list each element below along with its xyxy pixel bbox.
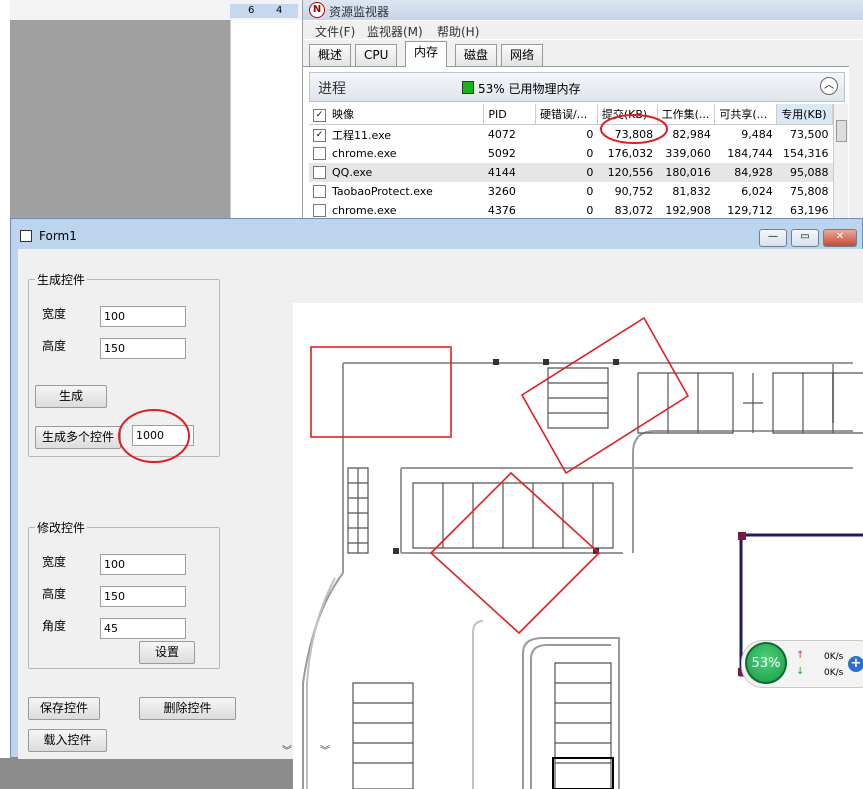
background-status-num: 4: [276, 5, 283, 16]
group-modify-legend: 修改控件: [37, 521, 86, 535]
background-gray-panel: [10, 20, 230, 218]
chevron-down-icon: ︾: [282, 746, 292, 757]
select-all-checkbox[interactable]: ✓: [313, 108, 326, 122]
group-generate-legend: 生成控件: [37, 273, 86, 287]
modify-height-label: 高度: [42, 587, 67, 601]
download-arrow-icon: ↓: [796, 666, 805, 677]
resource-monitor-window: N 资源监视器 文件(F) 监视器(M) 帮助(H) 概述 CPU 内存 磁盘 …: [302, 0, 863, 218]
form1-window: Form1 — ▭ ✕ 生成控件 宽度 100 高度 150 生成 生成多个控件…: [10, 218, 863, 789]
row-checkbox[interactable]: [313, 147, 326, 161]
generate-height-input[interactable]: 150: [100, 338, 186, 359]
annotation-oval-commit: [600, 114, 668, 144]
modify-angle-label: 角度: [42, 619, 67, 633]
floor-plan-drawing: [302, 316, 863, 789]
set-button[interactable]: 设置: [139, 641, 195, 664]
modify-angle-input[interactable]: 45: [100, 618, 186, 639]
process-table-scrollbar[interactable]: [833, 104, 848, 218]
resource-monitor-right-scrollbar[interactable]: [849, 66, 863, 218]
column-shareable[interactable]: 可共享(...: [714, 104, 778, 125]
row-checkbox[interactable]: [313, 166, 326, 180]
background-status-cell: 6 4: [230, 4, 298, 18]
scrollbar-thumb[interactable]: [836, 120, 847, 142]
background-status-num: 6: [248, 5, 255, 16]
background-white-panel: [230, 20, 303, 218]
processes-section-label: 进程: [318, 81, 346, 97]
column-hard-faults[interactable]: 硬错误/...: [535, 104, 598, 125]
generate-button[interactable]: 生成: [35, 385, 107, 408]
table-row[interactable]: TaobaoProtect.exe 3260 0 90,752 81,832 6,024…: [309, 182, 833, 201]
system-monitor-widget[interactable]: 53% ↑ ↓ 0K/s 0K/s +: [741, 640, 863, 688]
generate-width-input[interactable]: 100: [100, 306, 186, 327]
close-button[interactable]: ✕: [823, 229, 857, 247]
maximize-button[interactable]: ▭: [791, 229, 819, 247]
generate-many-button[interactable]: 生成多个控件: [35, 426, 121, 449]
collapse-chevron-up-icon[interactable]: ︿: [820, 77, 838, 95]
chevron-down-icon: ︾: [320, 746, 330, 757]
table-row[interactable]: chrome.exe 5092 0 176,032 339,060 184,744 154…: [309, 144, 833, 163]
tab-memory[interactable]: 内存: [405, 41, 448, 67]
row-checkbox[interactable]: [313, 204, 326, 218]
delete-controls-button[interactable]: 删除控件: [139, 697, 236, 720]
floor-plan-canvas[interactable]: [293, 303, 863, 789]
process-table: ✓ 映像 PID 硬错误/... 提交(KB) 工作集(... 可共享(... 专…: [309, 104, 833, 220]
form1-titlebar[interactable]: Form1 — ▭ ✕: [11, 219, 862, 249]
column-image[interactable]: ✓ 映像: [309, 104, 485, 125]
memory-usage-indicator-icon: [462, 81, 474, 94]
memory-usage-summary: 53% 已用物理内存: [478, 82, 581, 96]
menu-help[interactable]: 帮助(H): [437, 23, 479, 40]
processes-section-header[interactable]: 进程 53% 已用物理内存 ︿: [309, 72, 845, 102]
load-controls-button[interactable]: 载入控件: [28, 729, 107, 752]
modify-width-input[interactable]: 100: [100, 554, 186, 575]
minimize-button[interactable]: —: [759, 229, 787, 247]
tab-cpu[interactable]: CPU: [355, 44, 398, 66]
upload-arrow-icon: ↑: [796, 650, 805, 661]
form1-client-area: 生成控件 宽度 100 高度 150 生成 生成多个控件 1000 修改控件 宽…: [18, 249, 863, 789]
modify-height-input[interactable]: 150: [100, 586, 186, 607]
row-checkbox[interactable]: [313, 185, 326, 199]
column-pid[interactable]: PID: [483, 104, 537, 125]
tab-disk[interactable]: 磁盘: [455, 44, 498, 66]
save-controls-button[interactable]: 保存控件: [28, 697, 100, 720]
table-row[interactable]: ✓ 工程11.exe 4072 0 73,808 82,984 9,484 73,500: [309, 125, 833, 145]
menu-file[interactable]: 文件(F): [315, 23, 355, 40]
tab-overview[interactable]: 概述: [309, 44, 352, 66]
resource-monitor-menubar: 文件(F) 监视器(M) 帮助(H): [303, 21, 863, 39]
generate-height-label: 高度: [42, 339, 67, 353]
column-private[interactable]: 专用(KB): [776, 104, 833, 125]
form1-title: Form1: [39, 229, 77, 243]
table-row[interactable]: QQ.exe 4144 0 120,556 180,016 84,928 95,088: [309, 163, 833, 182]
resource-monitor-titlebar[interactable]: N 资源监视器: [303, 0, 863, 20]
resource-monitor-app-icon: N: [309, 2, 325, 18]
form-app-icon: [20, 230, 32, 242]
resource-monitor-tabs: 概述 CPU 内存 磁盘 网络: [303, 40, 863, 67]
download-speed: 0K/s: [824, 668, 844, 678]
resource-monitor-title: 资源监视器: [329, 5, 390, 19]
upload-speed: 0K/s: [824, 652, 844, 662]
add-plus-icon[interactable]: +: [848, 656, 863, 672]
memory-percent-ball[interactable]: 53%: [745, 642, 787, 684]
tab-network[interactable]: 网络: [501, 44, 544, 66]
menu-monitor[interactable]: 监视器(M): [367, 23, 423, 40]
generate-width-label: 宽度: [42, 307, 67, 321]
annotation-oval-count: [118, 409, 190, 463]
row-checkbox[interactable]: ✓: [313, 129, 326, 142]
background-left-strip: [0, 0, 10, 758]
modify-width-label: 宽度: [42, 555, 67, 569]
